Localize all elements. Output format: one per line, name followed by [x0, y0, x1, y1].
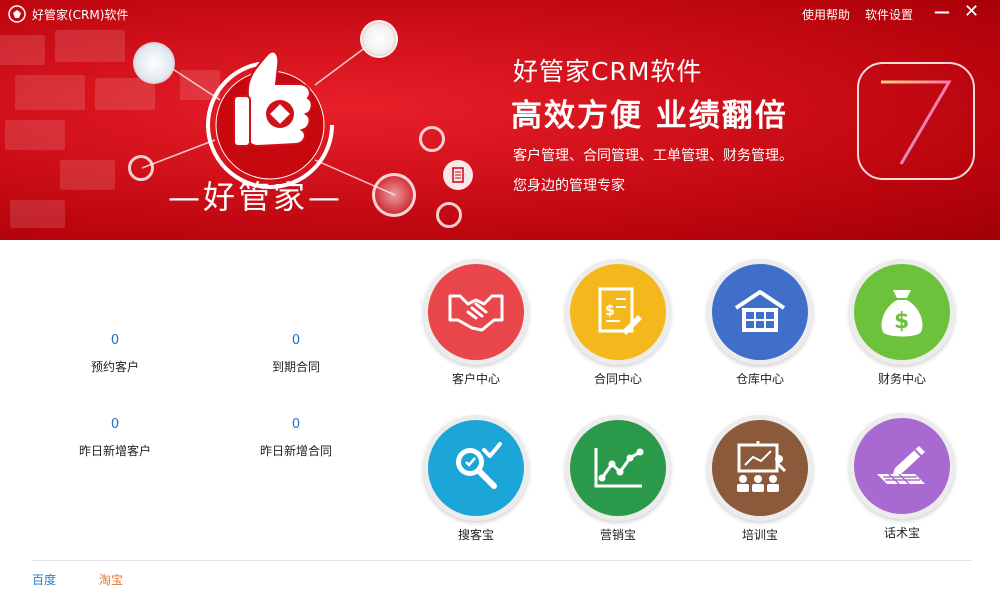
training-board-icon: [712, 420, 808, 516]
stat-reserved-customers[interactable]: 0 预约客户: [35, 333, 195, 375]
decor-tile: [10, 200, 65, 228]
stat-new-contracts-yesterday[interactable]: 0 昨日新增合同: [216, 417, 376, 459]
module-search-customers[interactable]: 搜客宝: [421, 415, 531, 543]
line-chart-icon: [570, 420, 666, 516]
stat-expiring-contracts[interactable]: 0 到期合同: [216, 333, 376, 375]
product-name: 好管家CRM软件: [513, 57, 703, 86]
version-badge: [857, 62, 975, 180]
stat-value: 0: [291, 333, 301, 348]
decor-ring: [128, 155, 154, 181]
module-warehouse-center[interactable]: 仓库中心: [705, 259, 815, 387]
module-button[interactable]: $: [565, 259, 671, 365]
stat-value: 0: [110, 417, 120, 432]
stat-label: 到期合同: [271, 360, 320, 374]
module-label: 培训宝: [741, 528, 778, 542]
handshake-icon: [428, 264, 524, 360]
footer-link-baidu[interactable]: 百度: [32, 571, 56, 588]
module-label: 财务中心: [877, 372, 926, 386]
module-button[interactable]: [707, 415, 813, 521]
module-label: 合同中心: [593, 372, 642, 386]
document-icon: [443, 160, 473, 190]
window-title: 好管家(CRM)软件: [32, 8, 129, 22]
money-bag-icon: $: [854, 264, 950, 360]
app-logo-icon: [8, 5, 26, 23]
footer-link-taobao[interactable]: 淘宝: [99, 571, 123, 588]
warehouse-icon: [712, 264, 808, 360]
module-button[interactable]: [849, 413, 955, 519]
minimize-button[interactable]: —: [934, 2, 950, 21]
decor-ring: [436, 202, 462, 228]
stat-label: 预约客户: [90, 360, 139, 374]
keyboard-pen-icon: [854, 418, 950, 514]
module-label: 客户中心: [451, 372, 500, 386]
footer-divider: [32, 560, 972, 561]
module-scripts[interactable]: 话术宝: [847, 413, 957, 541]
stat-new-customers-yesterday[interactable]: 0 昨日新增客户: [35, 417, 195, 459]
header-banner: 好管家(CRM)软件 使用帮助 软件设置 — ✕ —好管家— 好管家CRM软件 …: [0, 0, 1000, 240]
stat-value: 0: [110, 333, 120, 348]
thumbs-up-icon: [233, 50, 313, 148]
seven-icon: [881, 80, 952, 165]
globe-icon: [133, 42, 175, 84]
module-training[interactable]: 培训宝: [705, 415, 815, 543]
stat-label: 昨日新增客户: [78, 444, 151, 458]
brand-name: —好管家—: [168, 178, 344, 216]
search-customer-icon: [428, 420, 524, 516]
decor-tile: [0, 35, 45, 65]
settings-link[interactable]: 软件设置: [865, 6, 913, 23]
tagline: 您身边的管理专家: [513, 178, 625, 194]
module-button[interactable]: [707, 259, 813, 365]
module-customer-center[interactable]: 客户中心: [421, 259, 531, 387]
svg-text:$: $: [894, 309, 909, 334]
module-finance-center[interactable]: $ 财务中心: [847, 259, 957, 387]
help-link[interactable]: 使用帮助: [802, 6, 850, 23]
module-label: 营销宝: [599, 528, 636, 542]
slogan: 高效方便 业绩翻倍: [511, 98, 788, 134]
module-label: 搜客宝: [457, 528, 494, 542]
feature-list: 客户管理、合同管理、工单管理、财务管理。: [513, 148, 793, 164]
contract-icon: $: [570, 264, 666, 360]
svg-text:$: $: [605, 303, 615, 319]
network-icon: [360, 20, 398, 58]
module-marketing[interactable]: 营销宝: [563, 415, 673, 543]
stat-value: 0: [291, 417, 301, 432]
decor-tile: [15, 75, 85, 110]
module-contract-center[interactable]: $ 合同中心: [563, 259, 673, 387]
decor-ring: [372, 173, 416, 217]
module-button[interactable]: [565, 415, 671, 521]
module-button[interactable]: [423, 259, 529, 365]
decor-ring: [419, 126, 445, 152]
stat-label: 昨日新增合同: [259, 444, 332, 458]
close-button[interactable]: ✕: [964, 1, 979, 22]
module-button[interactable]: $: [849, 259, 955, 365]
module-label: 话术宝: [883, 526, 920, 540]
decor-tile: [60, 160, 115, 190]
decor-tile: [55, 30, 125, 62]
module-label: 仓库中心: [735, 372, 784, 386]
decor-tile: [5, 120, 65, 150]
module-button[interactable]: [423, 415, 529, 521]
